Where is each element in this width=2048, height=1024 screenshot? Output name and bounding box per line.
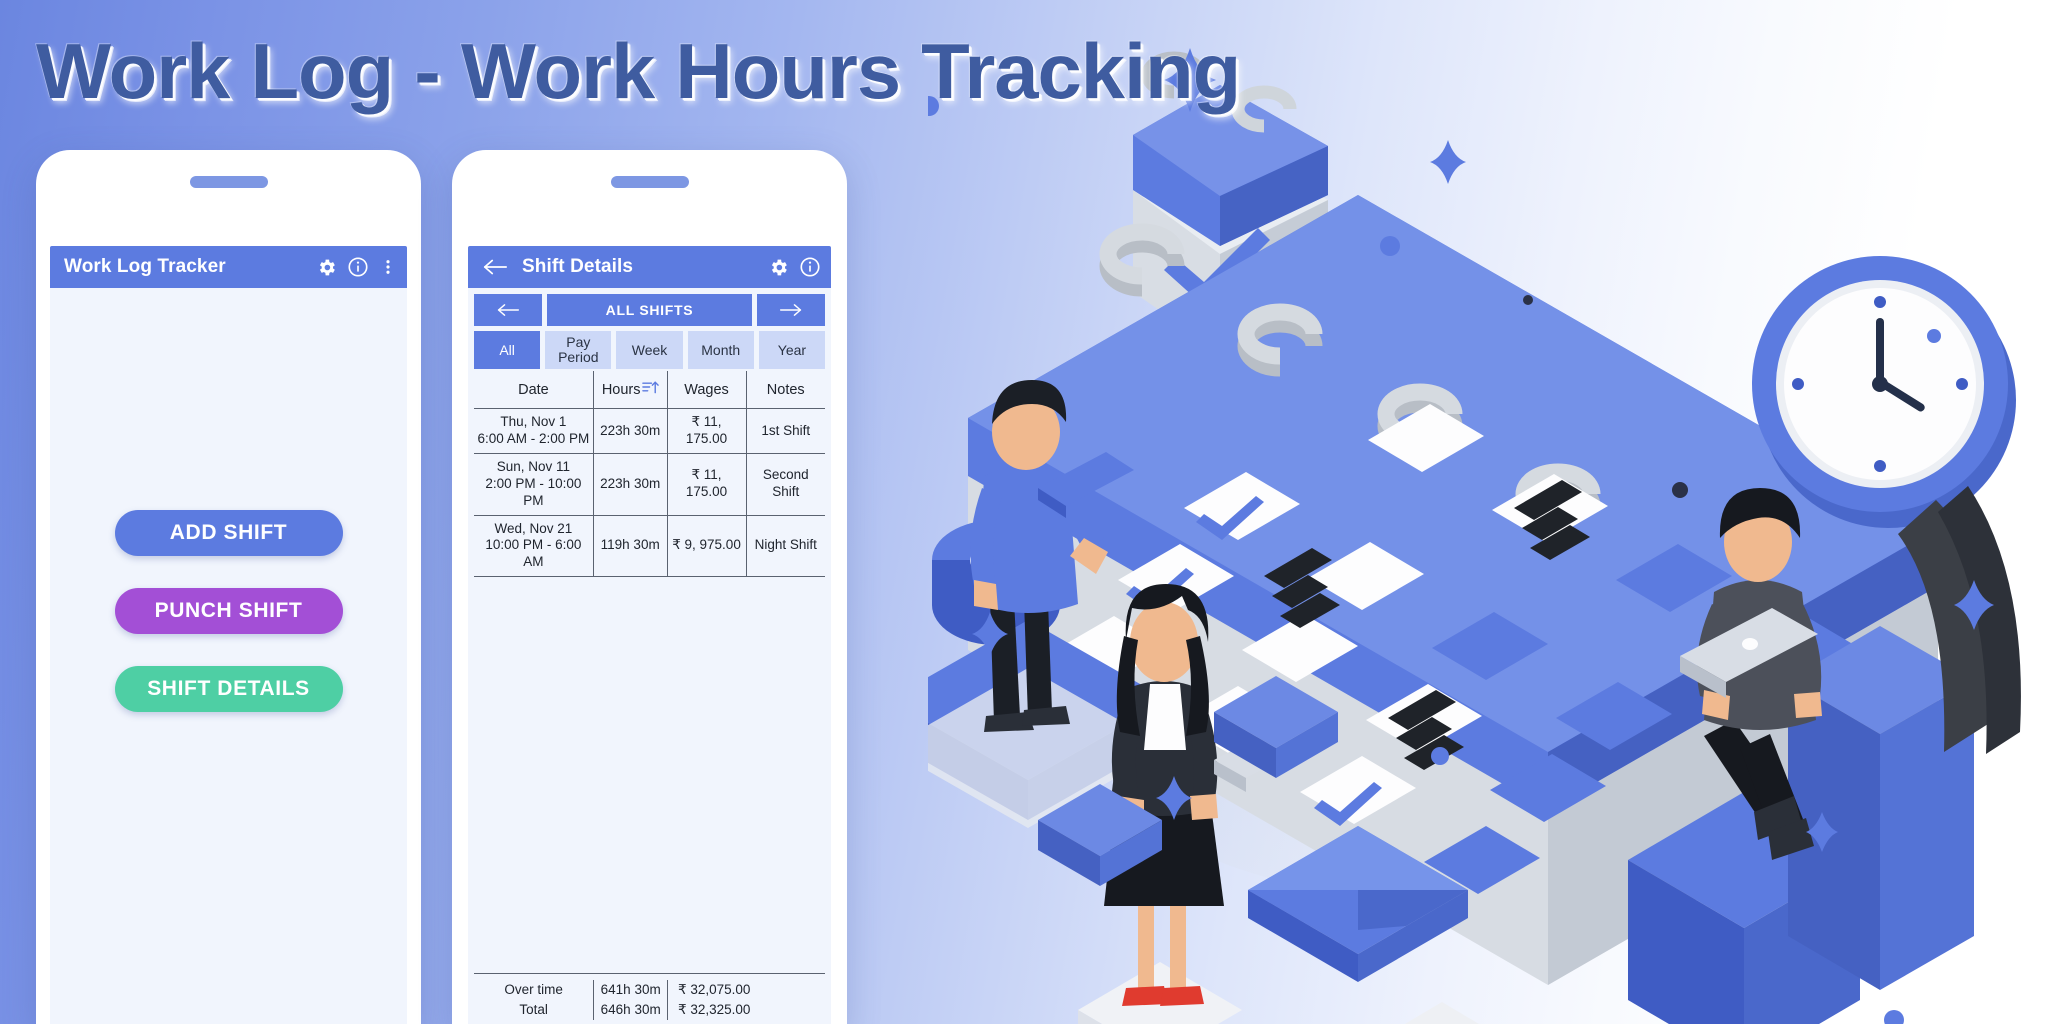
cell-date: Sun, Nov 11 2:00 PM - 10:00 PM [474,453,594,516]
tab-month[interactable]: Month [687,331,754,369]
phone-mockup-right: Shift Details ALL SHIFTS All Pay Period … [452,150,847,1024]
shift-period-nav: ALL SHIFTS [474,294,825,326]
table-row[interactable]: Sun, Nov 11 2:00 PM - 10:00 PM 223h 30m … [474,453,825,516]
cell-hours: 223h 30m [592,408,668,454]
appbar-title: Work Log Tracker [64,256,226,277]
table-row[interactable]: Thu, Nov 1 6:00 AM - 2:00 PM 223h 30m ₹ … [474,408,825,454]
sort-ascending-icon[interactable] [641,380,659,399]
shift-table: Date Hours Wages Notes Thu, Nov 1 6:00 A… [474,371,825,578]
phone-speaker-icon [610,176,689,188]
total-wages: ₹ 32,325.00 [678,1001,751,1017]
right-phone-content: ALL SHIFTS All Pay Period Week Month Yea… [468,288,831,1024]
shift-table-body: Thu, Nov 1 6:00 AM - 2:00 PM 223h 30m ₹ … [474,408,825,578]
appbar-right: Shift Details [468,246,831,288]
cell-wages: ₹ 9, 975.00 [666,515,746,578]
info-icon[interactable] [347,256,369,278]
cell-hours: 119h 30m [592,515,668,578]
cell-date-time: 10:00 PM - 6:00 AM [485,537,582,570]
cell-date: Wed, Nov 21 10:00 PM - 6:00 AM [474,515,594,578]
cell-hours: 223h 30m [592,453,668,516]
appbar-left: Work Log Tracker [50,246,407,288]
next-period-button[interactable] [757,294,825,326]
overtime-wages: ₹ 32,075.00 [678,981,751,997]
phone-screen-right: Shift Details ALL SHIFTS All Pay Period … [468,246,831,1024]
totals-labels: Over time Total [474,980,593,1021]
overtime-hours: 641h 30m [600,981,661,997]
shift-table-container: Date Hours Wages Notes Thu, Nov 1 6:00 A… [474,371,825,1024]
totals-footer: Over time Total 641h 30m 646h 30m ₹ 32,0… [474,972,825,1024]
page-title: Work Log - Work Hours Tracking [36,27,1241,115]
shift-table-head: Date Hours Wages Notes [474,371,825,410]
cell-date: Thu, Nov 1 6:00 AM - 2:00 PM [474,408,594,454]
tab-pay-period[interactable]: Pay Period [545,331,612,369]
shift-details-button[interactable]: SHIFT DETAILS [114,666,343,712]
back-arrow-icon[interactable] [482,256,508,278]
table-row[interactable]: Wed, Nov 21 10:00 PM - 6:00 AM 119h 30m … [474,515,825,578]
totals-wages: ₹ 32,075.00 ₹ 32,325.00 [667,979,825,1020]
punch-shift-button[interactable]: PUNCH SHIFT [114,588,343,634]
prev-period-button[interactable] [474,294,542,326]
cell-date-day: Thu, Nov 1 [500,414,567,430]
cell-wages: ₹ 11, 175.00 [666,408,746,454]
all-shifts-button[interactable]: ALL SHIFTS [547,294,752,326]
table-header-row: Date Hours Wages Notes [474,371,825,410]
totals-hours: 641h 30m 646h 30m [593,979,667,1020]
period-filter-tabs: All Pay Period Week Month Year [474,331,826,369]
cell-date-day: Wed, Nov 21 [494,520,573,536]
column-header-hours-label: Hours [601,381,641,398]
add-shift-button[interactable]: ADD SHIFT [114,510,343,556]
cell-notes: Night Shift [745,515,825,578]
gear-icon[interactable] [316,257,337,278]
cell-wages: ₹ 11, 175.00 [666,453,746,516]
phone-mockup-left: Work Log Tracker ADD SHIFT PUNCH SHIFT S… [36,150,421,1024]
gear-icon[interactable] [768,257,789,278]
overflow-menu-icon[interactable] [379,257,397,277]
cell-date-day: Sun, Nov 11 [496,458,571,474]
cell-notes: Second Shift [745,453,825,516]
column-header-hours[interactable]: Hours [592,371,668,410]
phone-speaker-icon [189,176,268,188]
tab-pay-period-line1: Pay [566,334,591,351]
left-phone-content: ADD SHIFT PUNCH SHIFT SHIFT DETAILS [50,288,407,1024]
total-label: Total [519,1001,548,1017]
overtime-label: Over time [504,981,563,997]
cell-notes: 1st Shift [745,408,825,454]
table-empty-space [474,577,825,972]
cell-date-time: 2:00 PM - 10:00 PM [485,475,582,508]
tab-week[interactable]: Week [616,331,683,369]
column-header-notes[interactable]: Notes [745,371,825,410]
hero-illustration [928,0,2048,1024]
tab-all[interactable]: All [474,331,541,369]
column-header-wages[interactable]: Wages [666,371,746,410]
column-header-date[interactable]: Date [474,371,594,410]
appbar-title: Shift Details [522,256,634,277]
cell-date-time: 6:00 AM - 2:00 PM [477,431,590,446]
tab-year[interactable]: Year [758,331,826,369]
total-hours: 646h 30m [600,1001,661,1017]
tab-pay-period-line2: Period [558,349,599,365]
info-icon[interactable] [799,256,821,278]
phone-screen-left: Work Log Tracker ADD SHIFT PUNCH SHIFT S… [50,246,407,1024]
